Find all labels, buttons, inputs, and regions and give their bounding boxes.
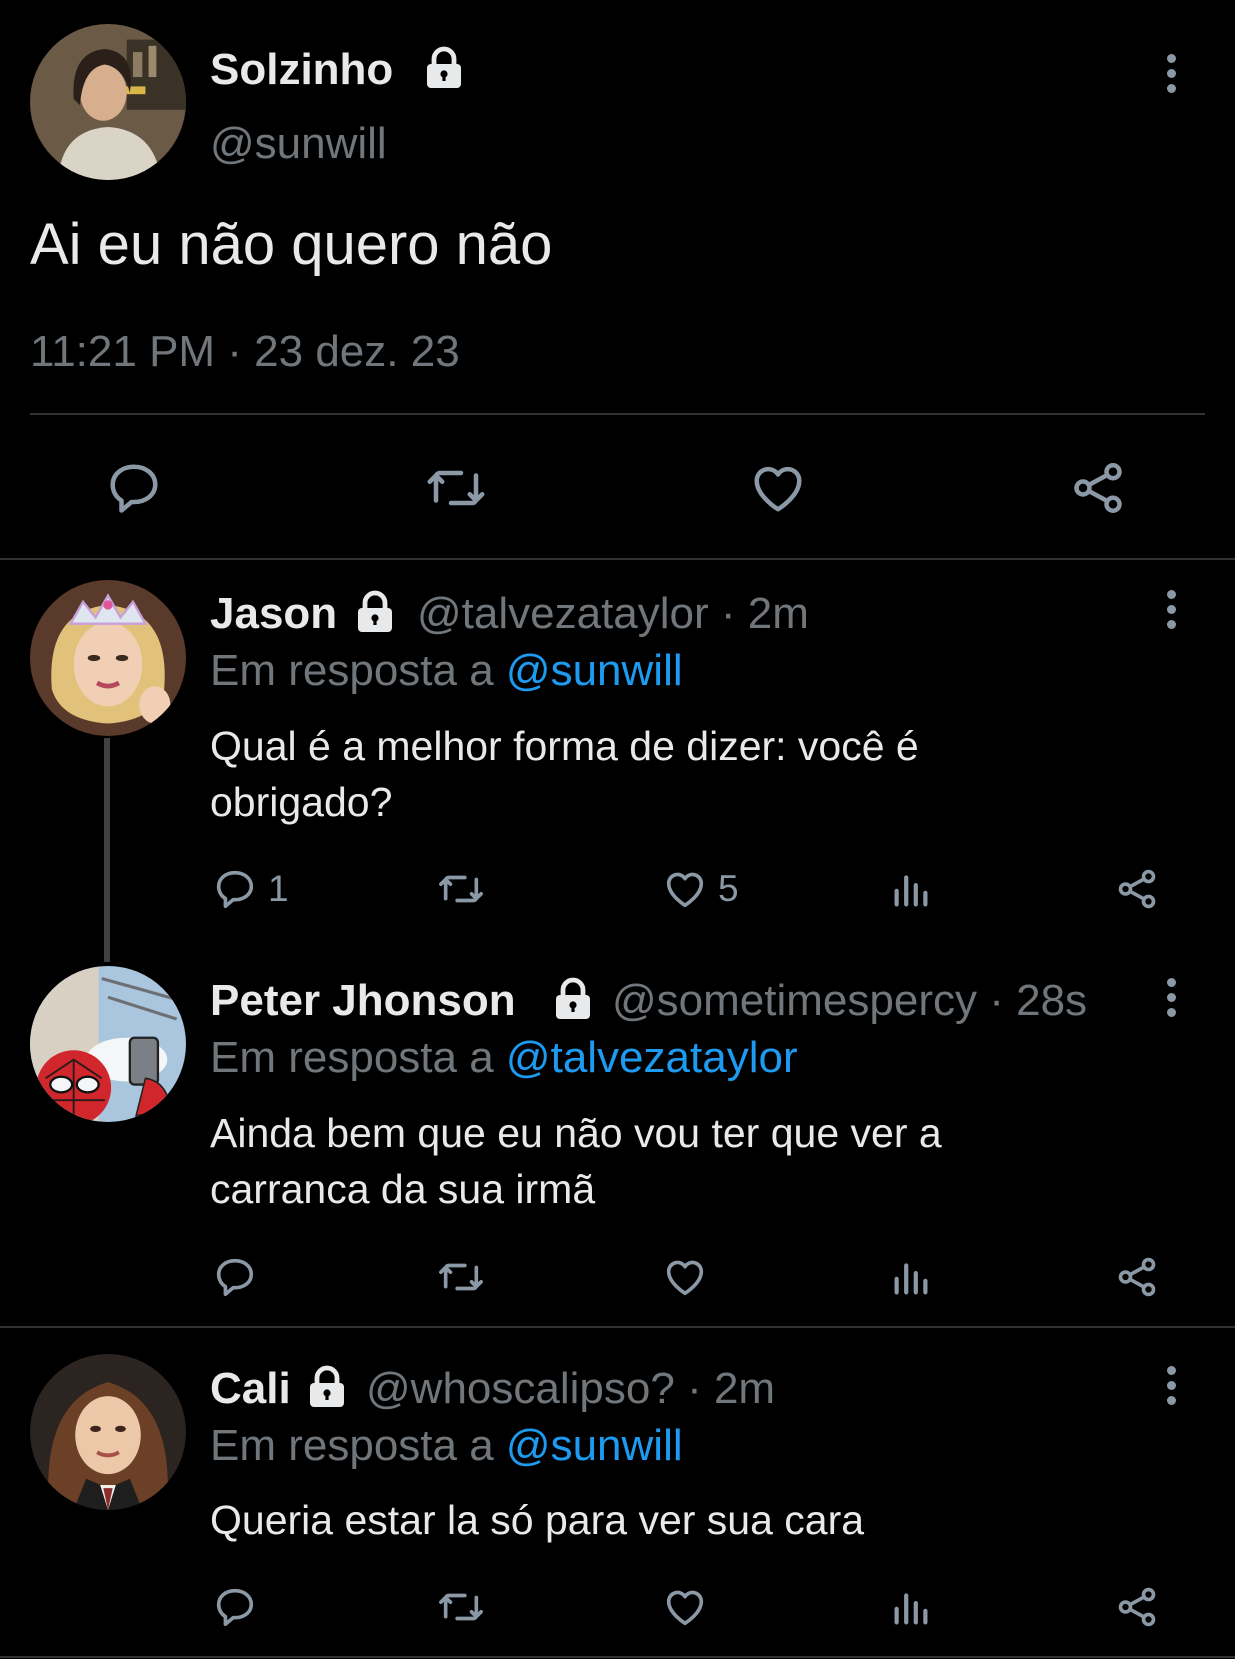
reply-time: · 2m [687, 1364, 776, 1413]
reply-button[interactable] [104, 458, 164, 518]
reply-text-line: carranca da sua irmã [210, 1166, 596, 1212]
reply-time: · 2m [720, 589, 809, 638]
reply-time: · 28s [989, 976, 1088, 1025]
reply-button[interactable] [212, 1254, 258, 1300]
divider [0, 1326, 1235, 1328]
replying-to: Em resposta a @sunwill [210, 1420, 683, 1472]
author-handle[interactable]: @whoscalipso? [366, 1364, 675, 1413]
share-button[interactable] [1114, 866, 1160, 912]
author-handle[interactable]: @talvezataylor [417, 589, 709, 638]
reply-icon [216, 870, 254, 909]
like-count: 5 [718, 868, 739, 909]
author-name[interactable]: Solzinho [210, 44, 393, 96]
replying-to-label: Em resposta a [210, 1033, 494, 1082]
avatar-image [30, 966, 186, 1122]
retweet-button[interactable] [434, 1584, 488, 1630]
reply-text: Queria estar la só para ver sua cara [210, 1492, 864, 1548]
author-handle[interactable]: @sunwill [210, 118, 387, 170]
more-options-icon[interactable] [1160, 1364, 1184, 1408]
divider [0, 1656, 1235, 1658]
more-options-icon[interactable] [1160, 52, 1184, 96]
lock-icon [427, 46, 461, 88]
avatar-image [30, 1354, 186, 1510]
reply-text: Qual é a melhor forma de dizer: você é o… [210, 718, 919, 830]
retweet-icon [427, 470, 485, 506]
retweet-icon [439, 875, 483, 903]
avatar-solzinho[interactable] [30, 24, 186, 180]
heart-icon [754, 466, 802, 512]
reply-meta: @whoscalipso? · 2m [366, 1363, 775, 1415]
tweet-text: Ai eu não quero não [30, 212, 553, 277]
avatar-jason[interactable] [30, 580, 186, 736]
reply-text-line: Qual é a melhor forma de dizer: você é [210, 723, 919, 769]
reply-text: Ainda bem que eu não vou ter que ver a c… [210, 1105, 942, 1217]
replying-to-link[interactable]: @talvezataylor [506, 1033, 798, 1082]
heart-icon [666, 1260, 704, 1296]
analytics-icon [894, 1593, 928, 1625]
like-button[interactable] [662, 1584, 708, 1630]
avatar-image [30, 24, 186, 180]
retweet-button[interactable] [422, 458, 490, 518]
lock-icon [556, 977, 590, 1019]
share-icon [1118, 1587, 1156, 1627]
retweet-icon [439, 1263, 483, 1291]
like-button[interactable] [748, 458, 808, 518]
reply-count: 1 [268, 868, 289, 909]
thread-connector [104, 738, 110, 962]
reply-text-line: obrigado? [210, 779, 393, 825]
replying-to-link[interactable]: @sunwill [506, 1421, 683, 1470]
lock-icon [358, 590, 392, 632]
replying-to: Em resposta a @sunwill [210, 645, 683, 697]
more-options-icon[interactable] [1160, 588, 1184, 632]
analytics-icon [894, 1263, 928, 1295]
author-name[interactable]: Jason [210, 588, 337, 640]
share-button[interactable] [1068, 458, 1128, 518]
retweet-button[interactable] [434, 866, 488, 912]
avatar-peter-jhonson[interactable] [30, 966, 186, 1122]
share-icon [1074, 463, 1122, 513]
like-button[interactable] [662, 1254, 708, 1300]
author-handle[interactable]: @sometimespercy [612, 976, 977, 1025]
reply-text-line: Queria estar la só para ver sua cara [210, 1497, 865, 1543]
author-name[interactable]: Cali [210, 1363, 291, 1415]
replying-to-label: Em resposta a [210, 1421, 494, 1470]
analytics-icon [894, 875, 928, 907]
share-button[interactable] [1114, 1254, 1160, 1300]
heart-icon [666, 872, 704, 908]
views-button[interactable] [888, 1254, 934, 1300]
replying-to-label: Em resposta a [210, 646, 494, 695]
replying-to: Em resposta a @talvezataylor [210, 1032, 798, 1084]
avatar-cali[interactable] [30, 1354, 186, 1510]
reply-icon [216, 1588, 254, 1627]
lock-icon [310, 1365, 344, 1407]
share-icon [1118, 1257, 1156, 1297]
like-button[interactable]: 5 [662, 866, 739, 912]
share-icon [1118, 869, 1156, 909]
more-options-icon[interactable] [1160, 976, 1184, 1020]
reply-button[interactable]: 1 [212, 866, 289, 912]
reply-button[interactable] [212, 1584, 258, 1630]
divider [30, 413, 1205, 415]
replying-to-link[interactable]: @sunwill [506, 646, 683, 695]
heart-icon [666, 1590, 704, 1626]
views-button[interactable] [888, 866, 934, 912]
author-name[interactable]: Peter Jhonson [210, 975, 516, 1027]
share-button[interactable] [1114, 1584, 1160, 1630]
reply-text-line: Ainda bem que eu não vou ter que ver a [210, 1110, 942, 1156]
reply-icon [110, 464, 158, 513]
retweet-icon [439, 1593, 483, 1621]
views-button[interactable] [888, 1584, 934, 1630]
divider [0, 558, 1235, 560]
reply-meta: @talvezataylor · 2m [417, 588, 809, 640]
tweet-timestamp: 11:21 PM · 23 dez. 23 [30, 327, 460, 376]
reply-meta: @sometimespercy · 28s [612, 975, 1087, 1027]
retweet-button[interactable] [434, 1254, 488, 1300]
reply-icon [216, 1258, 254, 1297]
avatar-image [30, 580, 186, 736]
